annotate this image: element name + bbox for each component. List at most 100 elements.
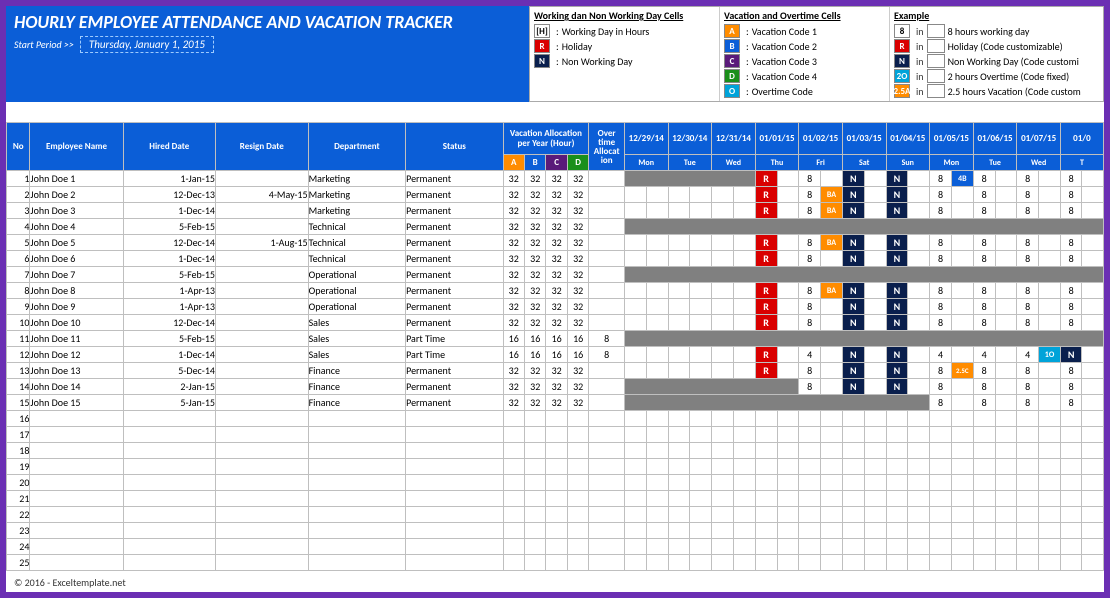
department[interactable]: Operational bbox=[308, 267, 406, 283]
status[interactable]: Permanent bbox=[406, 187, 503, 203]
resign-date[interactable] bbox=[215, 379, 308, 395]
overtime[interactable] bbox=[589, 283, 625, 299]
hired-date[interactable]: 5-Feb-15 bbox=[123, 331, 215, 347]
table-row[interactable]: 16 bbox=[7, 411, 1104, 427]
employee-name[interactable]: John Doe 12 bbox=[30, 347, 123, 363]
table-row[interactable]: 15 John Doe 15 5-Jan-15 Finance Permanen… bbox=[7, 395, 1104, 411]
employee-name[interactable]: John Doe 2 bbox=[30, 187, 123, 203]
overtime[interactable] bbox=[589, 235, 625, 251]
resign-date[interactable] bbox=[215, 219, 308, 235]
department[interactable]: Sales bbox=[308, 315, 406, 331]
overtime[interactable] bbox=[589, 315, 625, 331]
hired-date[interactable]: 2-Jan-15 bbox=[123, 379, 215, 395]
status[interactable]: Permanent bbox=[406, 203, 503, 219]
table-row[interactable]: 2 John Doe 2 12-Dec-13 4-May-15 Marketin… bbox=[7, 187, 1104, 203]
resign-date[interactable] bbox=[215, 331, 308, 347]
row-no[interactable]: 11 bbox=[7, 331, 30, 347]
department[interactable]: Sales bbox=[308, 347, 406, 363]
table-row[interactable]: 8 John Doe 8 1-Apr-13 Operational Perman… bbox=[7, 283, 1104, 299]
table-row[interactable]: 6 John Doe 6 1-Dec-14 Technical Permanen… bbox=[7, 251, 1104, 267]
overtime[interactable] bbox=[589, 171, 625, 187]
status[interactable]: Permanent bbox=[406, 315, 503, 331]
row-no[interactable]: 7 bbox=[7, 267, 30, 283]
overtime[interactable] bbox=[589, 203, 625, 219]
resign-date[interactable] bbox=[215, 267, 308, 283]
employee-name[interactable]: John Doe 9 bbox=[30, 299, 123, 315]
employee-name[interactable]: John Doe 11 bbox=[30, 331, 123, 347]
overtime[interactable] bbox=[589, 187, 625, 203]
department[interactable]: Technical bbox=[308, 235, 406, 251]
attendance-table[interactable]: No Employee Name Hired Date Resign Date … bbox=[6, 122, 1104, 571]
hired-date[interactable]: 5-Feb-15 bbox=[123, 267, 215, 283]
resign-date[interactable]: 4-May-15 bbox=[215, 187, 308, 203]
hired-date[interactable]: 1-Dec-14 bbox=[123, 203, 215, 219]
overtime[interactable] bbox=[589, 219, 625, 235]
table-row[interactable]: 5 John Doe 5 12-Dec-14 1-Aug-15 Technica… bbox=[7, 235, 1104, 251]
row-no[interactable]: 15 bbox=[7, 395, 30, 411]
overtime[interactable] bbox=[589, 379, 625, 395]
employee-name[interactable]: John Doe 1 bbox=[30, 171, 123, 187]
overtime[interactable] bbox=[589, 299, 625, 315]
employee-name[interactable]: John Doe 10 bbox=[30, 315, 123, 331]
department[interactable]: Technical bbox=[308, 219, 406, 235]
overtime[interactable] bbox=[589, 251, 625, 267]
employee-name[interactable]: John Doe 15 bbox=[30, 395, 123, 411]
table-row[interactable]: 23 bbox=[7, 523, 1104, 539]
department[interactable]: Marketing bbox=[308, 203, 406, 219]
resign-date[interactable] bbox=[215, 315, 308, 331]
row-no[interactable]: 13 bbox=[7, 363, 30, 379]
resign-date[interactable]: 1-Aug-15 bbox=[215, 235, 308, 251]
resign-date[interactable] bbox=[215, 251, 308, 267]
overtime[interactable]: 8 bbox=[589, 331, 625, 347]
row-no[interactable]: 5 bbox=[7, 235, 30, 251]
employee-name[interactable]: John Doe 13 bbox=[30, 363, 123, 379]
hired-date[interactable]: 1-Dec-14 bbox=[123, 251, 215, 267]
hired-date[interactable]: 5-Jan-15 bbox=[123, 395, 215, 411]
department[interactable]: Marketing bbox=[308, 187, 406, 203]
department[interactable]: Finance bbox=[308, 379, 406, 395]
status[interactable]: Permanent bbox=[406, 171, 503, 187]
department[interactable]: Sales bbox=[308, 331, 406, 347]
employee-name[interactable]: John Doe 4 bbox=[30, 219, 123, 235]
resign-date[interactable] bbox=[215, 299, 308, 315]
employee-name[interactable]: John Doe 8 bbox=[30, 283, 123, 299]
grid-wrap[interactable]: No Employee Name Hired Date Resign Date … bbox=[6, 122, 1104, 571]
resign-date[interactable] bbox=[215, 395, 308, 411]
employee-name[interactable]: John Doe 3 bbox=[30, 203, 123, 219]
employee-name[interactable]: John Doe 14 bbox=[30, 379, 123, 395]
hired-date[interactable]: 12-Dec-13 bbox=[123, 187, 215, 203]
row-no[interactable]: 3 bbox=[7, 203, 30, 219]
department[interactable]: Marketing bbox=[308, 171, 406, 187]
table-row[interactable]: 25 bbox=[7, 555, 1104, 571]
department[interactable]: Finance bbox=[308, 395, 406, 411]
resign-date[interactable] bbox=[215, 363, 308, 379]
table-row[interactable]: 7 John Doe 7 5-Feb-15 Operational Perman… bbox=[7, 267, 1104, 283]
table-row[interactable]: 14 John Doe 14 2-Jan-15 Finance Permanen… bbox=[7, 379, 1104, 395]
row-no[interactable]: 2 bbox=[7, 187, 30, 203]
overtime[interactable] bbox=[589, 395, 625, 411]
resign-date[interactable] bbox=[215, 283, 308, 299]
table-row[interactable]: 12 John Doe 12 1-Dec-14 Sales Part Time … bbox=[7, 347, 1104, 363]
table-row[interactable]: 24 bbox=[7, 539, 1104, 555]
employee-name[interactable]: John Doe 5 bbox=[30, 235, 123, 251]
hired-date[interactable]: 1-Dec-14 bbox=[123, 347, 215, 363]
status[interactable]: Part Time bbox=[406, 347, 503, 363]
status[interactable]: Permanent bbox=[406, 395, 503, 411]
table-row[interactable]: 10 John Doe 10 12-Dec-14 Sales Permanent… bbox=[7, 315, 1104, 331]
resign-date[interactable] bbox=[215, 171, 308, 187]
status[interactable]: Permanent bbox=[406, 235, 503, 251]
status[interactable]: Permanent bbox=[406, 267, 503, 283]
overtime[interactable]: 8 bbox=[589, 347, 625, 363]
overtime[interactable] bbox=[589, 363, 625, 379]
hired-date[interactable]: 1-Apr-13 bbox=[123, 299, 215, 315]
table-row[interactable]: 21 bbox=[7, 491, 1104, 507]
table-row[interactable]: 11 John Doe 11 5-Feb-15 Sales Part Time … bbox=[7, 331, 1104, 347]
hired-date[interactable]: 12-Dec-14 bbox=[123, 235, 215, 251]
department[interactable]: Finance bbox=[308, 363, 406, 379]
status[interactable]: Permanent bbox=[406, 251, 503, 267]
hired-date[interactable]: 1-Jan-15 bbox=[123, 171, 215, 187]
row-no[interactable]: 8 bbox=[7, 283, 30, 299]
table-row[interactable]: 20 bbox=[7, 475, 1104, 491]
hired-date[interactable]: 5-Dec-14 bbox=[123, 363, 215, 379]
resign-date[interactable] bbox=[215, 347, 308, 363]
